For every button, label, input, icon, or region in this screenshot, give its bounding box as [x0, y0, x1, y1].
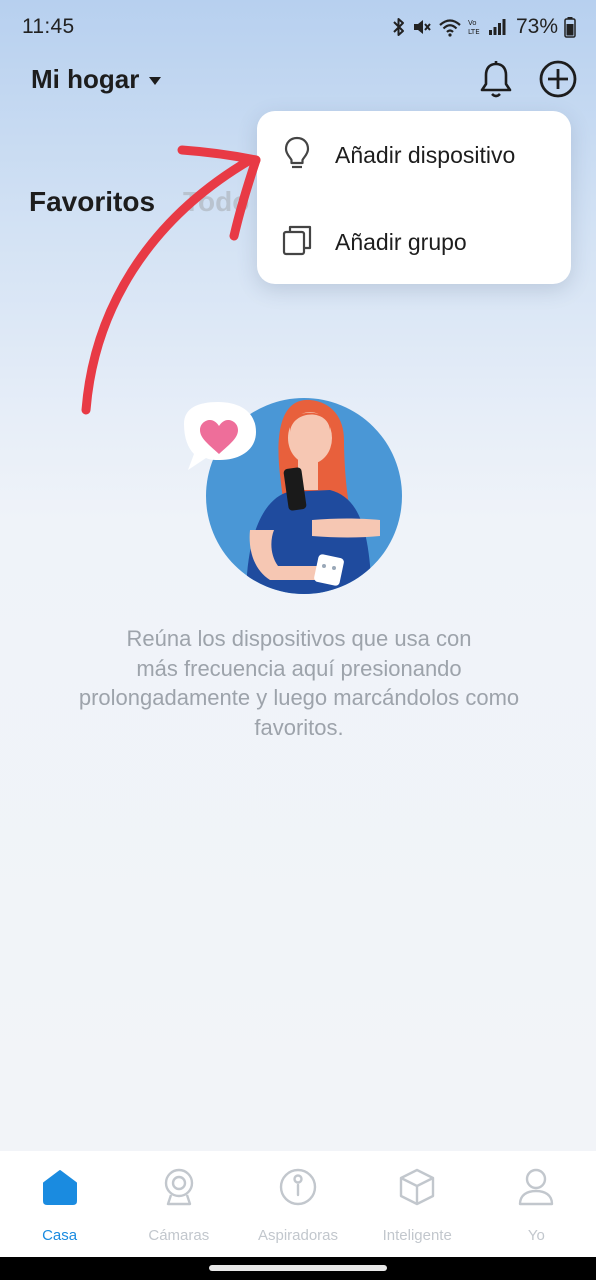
home-indicator[interactable] — [209, 1265, 387, 1271]
nav-label: Aspiradoras — [257, 1227, 339, 1244]
home-icon — [41, 1165, 79, 1209]
nav-item-aspiradoras[interactable]: Aspiradoras — [238, 1151, 357, 1257]
nav-item-camaras[interactable]: Cámaras — [119, 1151, 238, 1257]
gesture-bar — [0, 1257, 596, 1280]
empty-state-line: favoritos. — [254, 714, 344, 740]
nav-label: Inteligente — [382, 1227, 452, 1244]
nav-item-inteligente[interactable]: Inteligente — [358, 1151, 477, 1257]
empty-state-text: Reúna los dispositivos que usa con más f… — [40, 624, 558, 742]
empty-state-illustration — [184, 398, 402, 594]
nav-label: Cámaras — [148, 1227, 210, 1244]
empty-state-line: más frecuencia aquí presionando — [136, 655, 462, 681]
annotation-arrow — [81, 145, 261, 415]
nav-label: Yo — [527, 1227, 545, 1244]
nav-item-yo[interactable]: Yo — [477, 1151, 596, 1257]
nav-item-casa[interactable]: Casa — [0, 1151, 119, 1257]
bottom-nav: Casa Cámaras Aspiradoras Inteligente Yo — [0, 1151, 596, 1257]
empty-state-line: prolongadamente y luego marcándolos como — [78, 685, 520, 710]
robot-vacuum-icon — [278, 1165, 318, 1209]
nav-label: Casa — [42, 1227, 78, 1244]
cube-icon — [397, 1165, 437, 1209]
empty-state-line: Reúna los dispositivos que usa con — [126, 626, 472, 651]
camera-icon — [160, 1165, 198, 1209]
person-icon — [517, 1165, 555, 1209]
